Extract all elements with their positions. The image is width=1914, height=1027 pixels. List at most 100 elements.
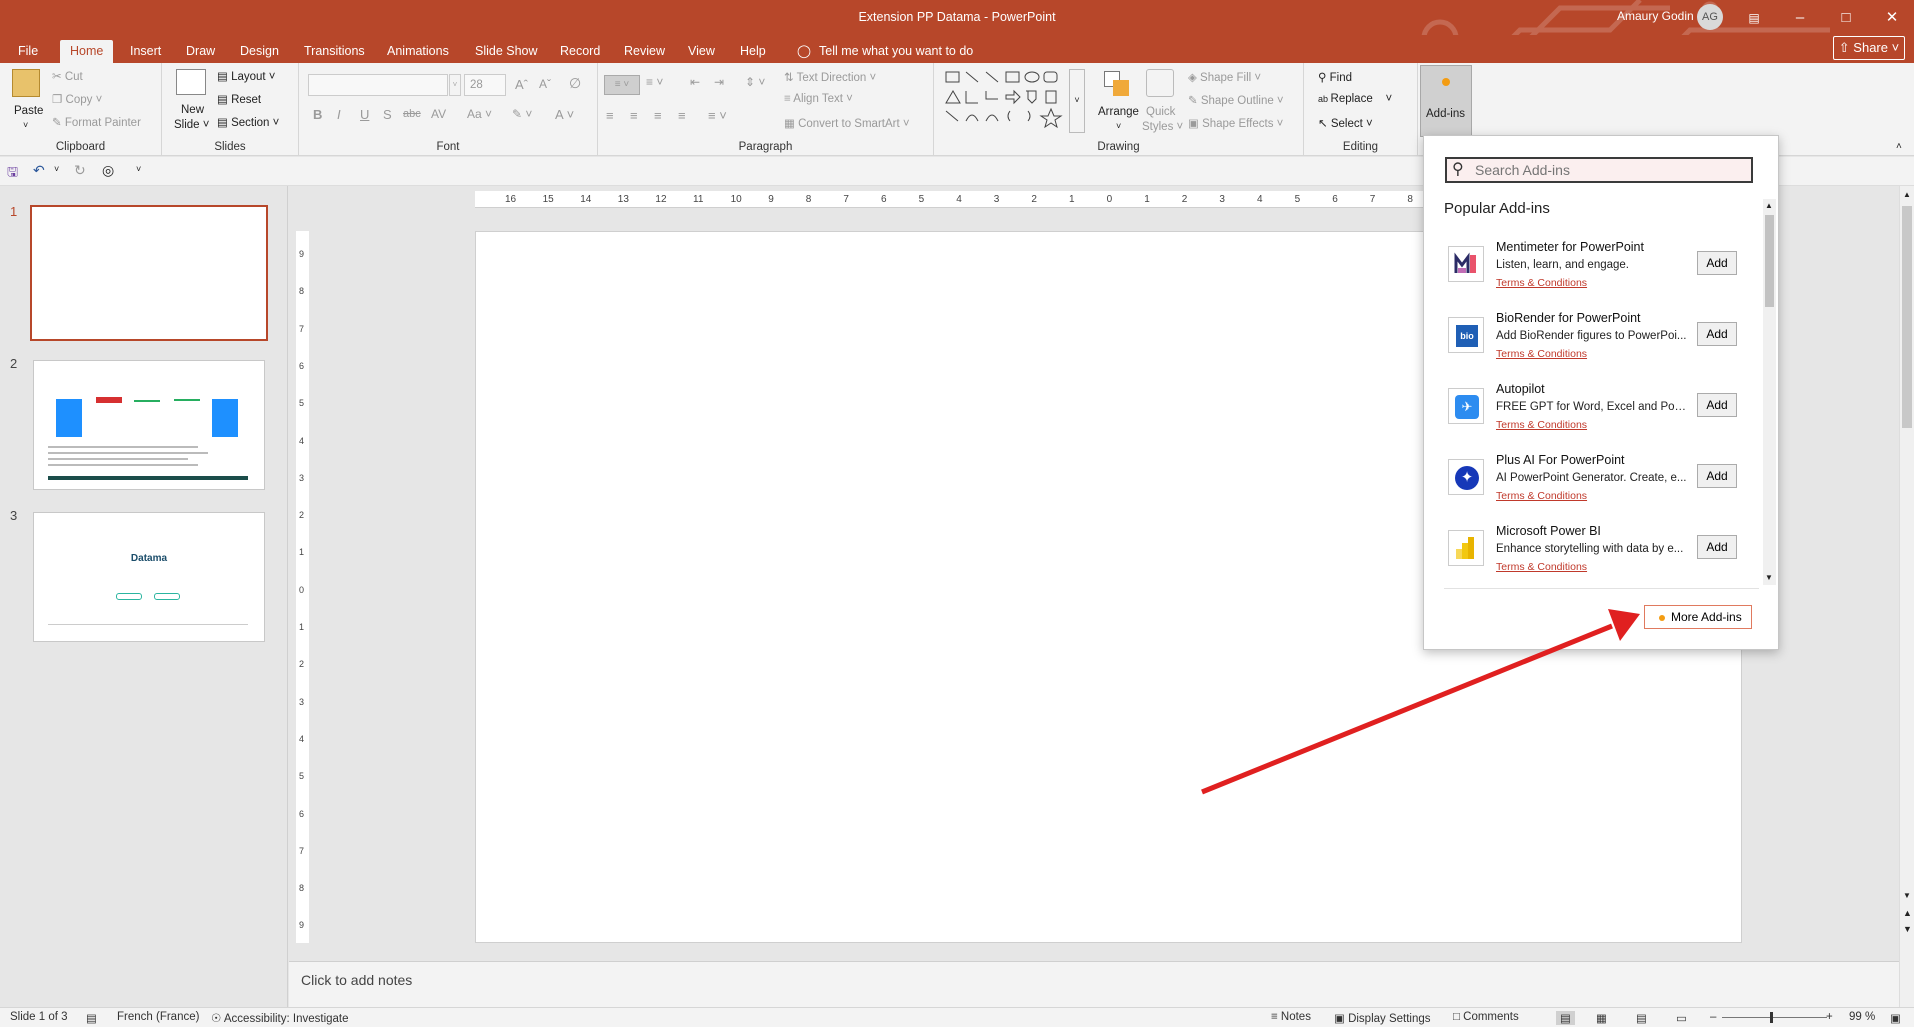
font-size-box[interactable]: 28 <box>464 74 506 96</box>
strikethrough-icon[interactable]: abc <box>403 108 421 120</box>
terms-link[interactable]: Terms & Conditions <box>1496 561 1587 573</box>
scroll-down-icon[interactable]: ▼ <box>1765 573 1773 582</box>
normal-view-icon[interactable]: ▤ <box>1556 1011 1575 1025</box>
shadow-icon[interactable]: S <box>383 107 392 122</box>
arrange-chevron-icon[interactable]: ˅ <box>1116 121 1121 131</box>
font-color-icon[interactable]: A ˅ <box>555 107 574 122</box>
paste-icon[interactable] <box>12 69 40 97</box>
shapes-gallery[interactable] <box>944 69 1074 133</box>
addins-scrollbar[interactable]: ▲ ▼ <box>1763 199 1776 585</box>
scroll-thumb[interactable] <box>1902 206 1912 428</box>
layout-button[interactable]: ▤ Layout ˅ <box>217 69 276 83</box>
tab-view[interactable]: View <box>678 40 725 63</box>
select-button[interactable]: ↖ Select ˅ <box>1318 116 1373 130</box>
font-family-box[interactable] <box>308 74 448 96</box>
section-button[interactable]: ▤ Section ˅ <box>217 115 279 129</box>
slide-thumbnail-3[interactable]: Datama <box>33 512 265 642</box>
format-painter-button[interactable]: ✎ Format Painter <box>52 115 141 129</box>
vertical-scrollbar[interactable]: ▲ ▼ ▲ ▼ <box>1899 186 1914 1007</box>
slide-thumbnail-2[interactable] <box>33 360 265 490</box>
shape-effects-button[interactable]: ▣ Shape Effects ˅ <box>1188 116 1283 130</box>
maximize-button[interactable]: □ <box>1826 5 1866 31</box>
undo-chevron-icon[interactable]: ˅ <box>54 164 59 174</box>
shape-fill-button[interactable]: ◈ Shape Fill ˅ <box>1188 70 1261 84</box>
language-indicator[interactable]: French (France) <box>117 1011 199 1023</box>
decrease-indent-icon[interactable]: ⇤ <box>690 75 700 89</box>
previous-slide-icon[interactable]: ▲ <box>1903 908 1912 918</box>
shapes-more-icon[interactable]: ˅ <box>1069 69 1085 133</box>
quick-styles-icon[interactable] <box>1146 69 1174 97</box>
align-center-icon[interactable]: ≡ <box>630 108 638 123</box>
quick-styles-button[interactable]: Quick <box>1146 106 1175 118</box>
add-button[interactable]: Add <box>1697 393 1737 417</box>
new-slide-button[interactable]: New <box>181 104 204 116</box>
italic-icon[interactable]: I <box>337 107 341 122</box>
scroll-up-icon[interactable]: ▲ <box>1765 201 1773 210</box>
fit-slide-icon[interactable]: ▣ <box>1890 1011 1901 1025</box>
scroll-thumb[interactable] <box>1765 215 1774 307</box>
arrange-icon[interactable] <box>1104 71 1130 97</box>
tab-draw[interactable]: Draw <box>176 40 225 63</box>
numbering-icon[interactable]: ≡ ˅ <box>646 75 663 89</box>
terms-link[interactable]: Terms & Conditions <box>1496 277 1587 289</box>
line-spacing-icon[interactable]: ⇕ ˅ <box>745 75 765 89</box>
shrink-font-icon[interactable]: Aˇ <box>539 77 551 91</box>
shape-outline-button[interactable]: ✎ Shape Outline ˅ <box>1188 93 1284 107</box>
redo-icon[interactable]: ↻ <box>74 162 86 179</box>
justify-icon[interactable]: ≡ <box>678 108 686 123</box>
tab-design[interactable]: Design <box>230 40 289 63</box>
convert-smartart-button[interactable]: ▦ Convert to SmartArt ˅ <box>784 116 910 130</box>
tab-file[interactable]: File <box>8 40 48 63</box>
zoom-out-icon[interactable]: – <box>1710 1011 1716 1023</box>
paste-chevron-icon[interactable]: ˅ <box>23 120 28 130</box>
copy-button[interactable]: ❐ Copy ˅ <box>52 92 102 106</box>
new-slide-icon[interactable] <box>176 69 206 95</box>
find-button[interactable]: ⚲ Find <box>1318 70 1352 84</box>
addins-search-box[interactable]: ⚲ <box>1445 157 1753 183</box>
new-slide-button-line2[interactable]: Slide ˅ <box>174 119 210 131</box>
tab-transitions[interactable]: Transitions <box>294 40 375 63</box>
tab-record[interactable]: Record <box>550 40 610 63</box>
grow-font-icon[interactable]: Aˆ <box>515 77 528 92</box>
zoom-slider[interactable] <box>1722 1017 1827 1018</box>
tab-insert[interactable]: Insert <box>120 40 171 63</box>
accessibility-button[interactable]: ☉ Accessibility: Investigate <box>211 1011 349 1025</box>
slide-thumbnail-1[interactable] <box>30 205 268 341</box>
tab-home[interactable]: Home <box>60 40 114 63</box>
align-left-icon[interactable]: ≡ <box>606 108 614 123</box>
cut-button[interactable]: ✂ Cut <box>52 69 83 83</box>
share-button[interactable]: ⇧ Share ˅ <box>1833 36 1905 60</box>
scroll-down-icon[interactable]: ▼ <box>1903 891 1911 900</box>
align-text-button[interactable]: ≡ Align Text ˅ <box>784 93 853 105</box>
tab-animations[interactable]: Animations <box>377 40 459 63</box>
terms-link[interactable]: Terms & Conditions <box>1496 419 1587 431</box>
replace-button[interactable]: ab Replace ˅ <box>1318 93 1392 105</box>
notes-button[interactable]: ≡ Notes <box>1271 1011 1311 1023</box>
reading-view-icon[interactable]: ▤ <box>1636 1011 1647 1025</box>
save-icon[interactable]: 🖫 <box>7 163 18 185</box>
minimize-button[interactable]: – <box>1780 5 1820 31</box>
spellcheck-icon[interactable]: ▤ <box>86 1011 97 1025</box>
underline-icon[interactable]: U <box>360 107 369 122</box>
paste-button[interactable]: Paste <box>14 105 43 117</box>
arrange-button[interactable]: Arrange <box>1098 106 1139 118</box>
scroll-up-icon[interactable]: ▲ <box>1903 190 1911 199</box>
bold-icon[interactable]: B <box>313 107 322 122</box>
add-button[interactable]: Add <box>1697 464 1737 488</box>
highlight-icon[interactable]: ✎ ˅ <box>512 107 532 121</box>
avatar[interactable]: AG <box>1697 4 1723 30</box>
terms-link[interactable]: Terms & Conditions <box>1496 348 1587 360</box>
bullets-icon[interactable]: ≡ ˅ <box>604 75 640 95</box>
font-family-chevron-icon[interactable]: ˅ <box>449 74 461 96</box>
tell-me-search[interactable]: ◯ Tell me what you want to do <box>797 40 973 63</box>
addins-search-input[interactable] <box>1475 161 1745 179</box>
clear-format-icon[interactable]: ∅ <box>569 75 581 92</box>
close-button[interactable]: ✕ <box>1872 5 1912 31</box>
columns-icon[interactable]: ≡ ˅ <box>708 108 727 123</box>
add-button[interactable]: Add <box>1697 535 1737 559</box>
align-right-icon[interactable]: ≡ <box>654 108 662 123</box>
reset-button[interactable]: ▤ Reset <box>217 92 261 106</box>
zoom-in-icon[interactable]: + <box>1826 1011 1833 1023</box>
zoom-level[interactable]: 99 % <box>1849 1011 1875 1023</box>
customize-toolbar-icon[interactable]: ˅ <box>136 164 141 174</box>
